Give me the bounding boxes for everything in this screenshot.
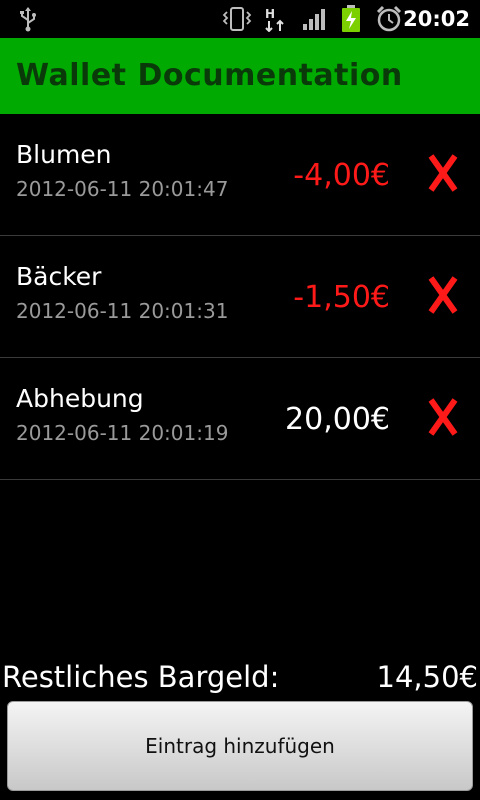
usb-icon — [14, 6, 42, 32]
entry-name: Abhebung — [16, 384, 144, 413]
signal-icon — [300, 6, 328, 32]
hspa-data-icon: H — [262, 6, 292, 32]
vibrate-icon — [220, 6, 254, 32]
list-item[interactable]: Abhebung 2012-06-11 20:01:19 20,00€ — [0, 358, 480, 480]
delete-x-icon — [428, 276, 458, 314]
entry-timestamp: 2012-06-11 20:01:19 — [16, 421, 229, 445]
delete-x-icon — [428, 398, 458, 436]
status-time: 20:02 — [403, 7, 470, 31]
entry-amount: 20,00€ — [285, 402, 390, 437]
list-item[interactable]: Blumen 2012-06-11 20:01:47 -4,00€ — [0, 114, 480, 236]
list-item[interactable]: Bäcker 2012-06-11 20:01:31 -1,50€ — [0, 236, 480, 358]
status-bar: H 20:02 — [0, 0, 480, 38]
app-title: Wallet Documentation — [16, 58, 403, 93]
delete-entry-button[interactable] — [426, 272, 460, 318]
entry-amount: -1,50€ — [293, 280, 390, 315]
balance-value: 14,50€ — [376, 660, 478, 694]
entry-amount: -4,00€ — [293, 158, 390, 193]
entry-timestamp: 2012-06-11 20:01:31 — [16, 299, 229, 323]
svg-text:H: H — [265, 7, 275, 21]
delete-entry-button[interactable] — [426, 150, 460, 196]
title-bar: Wallet Documentation — [0, 38, 480, 114]
delete-entry-button[interactable] — [426, 394, 460, 440]
entry-name: Bäcker — [16, 262, 102, 291]
balance-label: Restliches Bargeld: — [2, 660, 280, 694]
add-entry-button[interactable]: Eintrag hinzufügen — [7, 701, 473, 791]
alarm-icon — [374, 5, 404, 32]
entry-name: Blumen — [16, 140, 112, 169]
entry-timestamp: 2012-06-11 20:01:47 — [16, 177, 229, 201]
delete-x-icon — [428, 154, 458, 192]
battery-charging-icon — [340, 5, 362, 32]
entries-list: Blumen 2012-06-11 20:01:47 -4,00€ Bäcker… — [0, 114, 480, 480]
app-screen: H 20:02 Wallet Documentation Blumen 2012… — [0, 0, 480, 800]
